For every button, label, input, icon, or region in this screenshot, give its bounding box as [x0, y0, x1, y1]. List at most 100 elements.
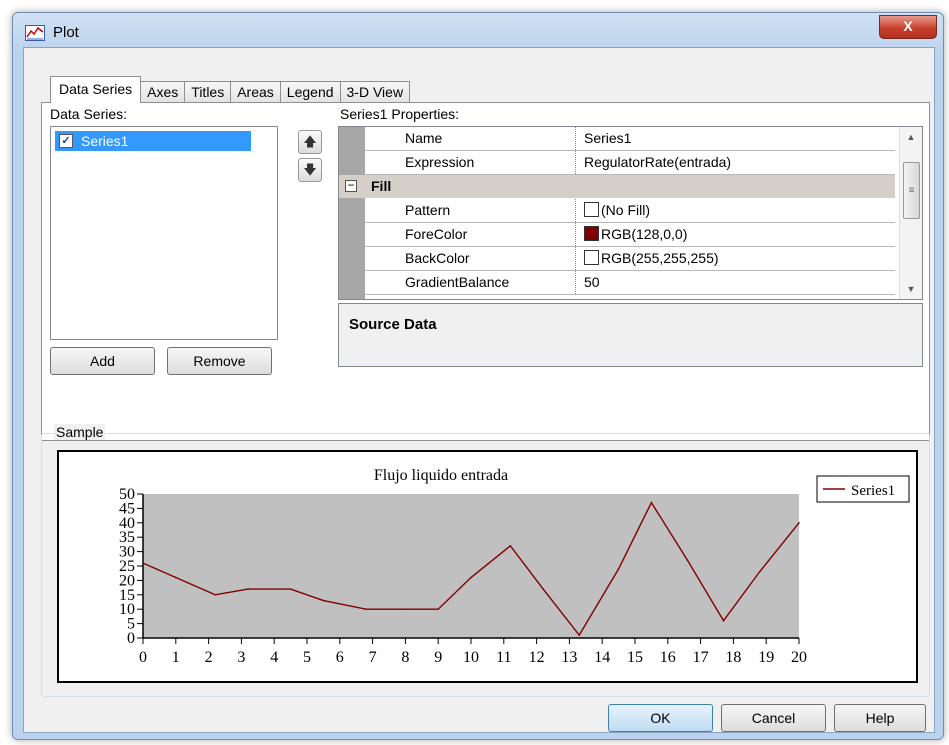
chart-svg: Flujo liquido entrada0510152025303540455… — [119, 467, 910, 666]
x-tick-label: 7 — [369, 649, 377, 666]
x-tick-label: 18 — [725, 649, 741, 666]
x-tick-label: 13 — [561, 649, 577, 666]
property-key: GradientBalance — [405, 274, 510, 290]
scroll-down-icon[interactable]: ▼ — [900, 279, 922, 299]
data-point — [686, 559, 689, 562]
x-tick-label: 4 — [270, 649, 278, 666]
dialog-client: Data Series Axes Titles Areas Legend 3-D… — [23, 47, 935, 733]
data-point — [578, 634, 581, 636]
property-scrollbar[interactable]: ▲ ≡ ▼ — [899, 127, 922, 299]
property-value-text: (No Fill) — [601, 202, 650, 218]
property-row-pattern[interactable]: Pattern (No Fill) — [365, 199, 895, 223]
scroll-up-icon[interactable]: ▲ — [900, 127, 922, 147]
x-tick-label: 2 — [205, 649, 213, 666]
properties-label: Series1 Properties: — [340, 106, 460, 122]
data-point — [509, 545, 512, 547]
collapse-icon[interactable]: − — [345, 179, 357, 192]
data-point — [437, 608, 440, 610]
cancel-button[interactable]: Cancel — [721, 704, 826, 732]
property-value[interactable]: 50 — [575, 271, 600, 294]
color-swatch — [584, 226, 599, 241]
property-value-text: RGB(128,0,0) — [601, 226, 688, 242]
x-tick-label: 9 — [434, 649, 442, 666]
move-up-button[interactable]: 🡅 — [298, 130, 322, 154]
property-row-expression[interactable]: Expression RegulatorRate(entrada) — [365, 151, 895, 175]
series-checkbox[interactable]: ✓ — [59, 134, 73, 148]
data-point — [758, 570, 761, 573]
grid-gutter — [339, 127, 365, 299]
x-tick-label: 3 — [237, 649, 245, 666]
x-tick-label: 14 — [594, 649, 610, 666]
data-series-label: Data Series: — [50, 106, 128, 122]
property-description: Source Data — [338, 303, 923, 367]
data-point — [142, 562, 144, 564]
color-swatch — [584, 202, 599, 217]
property-key: ForeColor — [405, 226, 468, 242]
property-row-name[interactable]: Name Series1 — [365, 127, 895, 151]
series-list[interactable]: ✓ Series1 — [50, 126, 278, 340]
series-name: Series1 — [81, 133, 129, 149]
x-tick-label: 20 — [791, 649, 807, 666]
tab-3d-view[interactable]: 3-D View — [339, 81, 411, 103]
plot-app-icon — [25, 25, 45, 41]
x-tick-label: 12 — [529, 649, 545, 666]
property-value[interactable]: RGB(128,0,0) — [575, 223, 687, 246]
data-point — [175, 576, 177, 579]
data-series-pane: Data Series: ✓ Series1 🡅 🡇 Add Remove Se… — [41, 102, 930, 441]
property-row-gradientbalance[interactable]: GradientBalance 50 — [365, 271, 895, 295]
property-value-text: RGB(255,255,255) — [601, 250, 719, 266]
plot-area — [143, 494, 799, 638]
plot-dialog: Plot X Data Series Axes Titles Areas Leg… — [12, 12, 944, 740]
data-point — [650, 501, 653, 504]
x-tick-label: 16 — [660, 649, 676, 666]
move-down-button[interactable]: 🡇 — [298, 158, 322, 182]
property-grid[interactable]: Name Series1 Expression RegulatorRate(en… — [338, 126, 923, 300]
tab-axes[interactable]: Axes — [140, 81, 186, 103]
data-point — [289, 588, 292, 590]
data-point — [404, 608, 407, 610]
tab-legend[interactable]: Legend — [279, 81, 341, 103]
property-key: Name — [405, 130, 443, 146]
data-point — [542, 588, 544, 590]
close-button[interactable]: X — [879, 15, 937, 39]
arrow-down-icon: 🡇 — [303, 162, 317, 177]
property-row-backcolor[interactable]: BackColor RGB(255,255,255) — [365, 247, 895, 271]
property-value[interactable]: (No Fill) — [575, 199, 650, 222]
x-tick-label: 10 — [463, 649, 479, 666]
list-item[interactable]: ✓ Series1 — [55, 131, 251, 151]
property-key: Expression — [405, 154, 475, 170]
help-button[interactable]: Help — [834, 704, 926, 732]
x-tick-label: 6 — [336, 649, 344, 666]
property-value[interactable]: RGB(255,255,255) — [575, 247, 719, 270]
property-value[interactable]: Series1 — [575, 127, 631, 150]
data-point — [617, 568, 620, 570]
chart-title: Flujo liquido entrada — [374, 467, 508, 484]
arrow-up-icon: 🡅 — [303, 134, 317, 149]
ok-button[interactable]: OK — [608, 704, 713, 732]
data-point — [247, 588, 249, 590]
sample-label: Sample — [54, 424, 106, 440]
tab-areas[interactable]: Areas — [230, 81, 281, 103]
sample-chart: Flujo liquido entrada 0 5 10 15 20 25 30 35 40 45 5… — [57, 450, 918, 683]
fill-category[interactable]: − Fill — [339, 175, 895, 198]
remove-button[interactable]: Remove — [167, 347, 272, 375]
property-key: BackColor — [405, 250, 470, 266]
category-label: Fill — [371, 178, 392, 194]
x-tick-label: 15 — [627, 649, 643, 666]
x-tick-label: 8 — [401, 649, 409, 666]
property-value[interactable]: RegulatorRate(entrada) — [575, 151, 731, 174]
data-point — [365, 608, 367, 610]
x-tick-label: 17 — [693, 649, 709, 666]
tab-data-series[interactable]: Data Series — [50, 76, 142, 103]
scroll-thumb[interactable]: ≡ — [903, 162, 920, 219]
tab-titles[interactable]: Titles — [184, 81, 232, 103]
data-point — [322, 599, 325, 602]
x-tick-label: 5 — [303, 649, 311, 666]
add-button[interactable]: Add — [50, 347, 155, 375]
data-point — [470, 576, 472, 579]
x-tick-label: 1 — [172, 649, 180, 666]
legend-label: Series1 — [851, 483, 895, 499]
data-point — [214, 594, 216, 596]
property-row-forecolor[interactable]: ForeColor RGB(128,0,0) — [365, 223, 895, 247]
color-swatch — [584, 250, 599, 265]
